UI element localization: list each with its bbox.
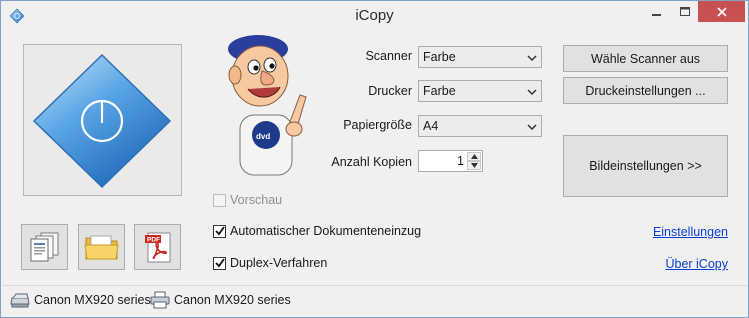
copy-multiple-button[interactable] bbox=[21, 224, 68, 270]
pdf-icon: PDF bbox=[144, 232, 170, 263]
folder-icon bbox=[83, 235, 119, 260]
drucker-select-value: Farbe bbox=[423, 84, 456, 98]
duplex-verfahren-checkbox[interactable]: Duplex-Verfahren bbox=[213, 256, 327, 270]
status-bar: Canon MX920 series Canon MX920 series bbox=[2, 285, 747, 315]
drucker-select[interactable]: Farbe bbox=[418, 80, 542, 102]
save-pdf-button[interactable]: PDF bbox=[134, 224, 181, 270]
einstellungen-link[interactable]: Einstellungen bbox=[653, 225, 728, 239]
scanner-select[interactable]: Farbe bbox=[418, 46, 542, 68]
printer-status: Canon MX920 series bbox=[150, 291, 291, 309]
stepper-down-button[interactable] bbox=[467, 161, 481, 170]
maximize-button[interactable] bbox=[671, 1, 698, 22]
stepper-buttons bbox=[467, 152, 481, 170]
checkbox-box bbox=[213, 224, 226, 238]
bildeinstellungen-button[interactable]: Bildeinstellungen >> bbox=[563, 135, 728, 197]
waehle-scanner-button[interactable]: Wähle Scanner aus bbox=[563, 45, 728, 72]
chevron-up-icon bbox=[470, 154, 478, 159]
maximize-icon bbox=[679, 6, 690, 16]
vorschau-checkbox[interactable]: Vorschau bbox=[213, 193, 282, 207]
open-folder-button[interactable] bbox=[78, 224, 125, 270]
svg-text:dvd: dvd bbox=[256, 132, 270, 141]
chevron-down-icon bbox=[470, 163, 478, 168]
automatischer-dokumenteneinzug-label: Automatischer Dokumenteneinzug bbox=[230, 224, 422, 238]
main-panel: PDF dvd Scanner Farbe Drucker Farbe Papi… bbox=[2, 31, 747, 283]
minimize-button[interactable] bbox=[642, 1, 671, 22]
vorschau-label: Vorschau bbox=[230, 193, 283, 207]
chevron-down-icon bbox=[527, 124, 537, 131]
papiergroesse-label: Papiergröße bbox=[343, 118, 412, 132]
window-title: iCopy bbox=[355, 7, 394, 24]
scanner-label: Scanner bbox=[365, 49, 412, 63]
minimize-icon bbox=[651, 13, 661, 16]
close-button[interactable] bbox=[698, 1, 745, 22]
printer-icon bbox=[150, 291, 170, 309]
chevron-down-icon bbox=[527, 55, 537, 62]
scanner-device-name: Canon MX920 series bbox=[34, 293, 151, 307]
scanner-status: Canon MX920 series bbox=[10, 291, 151, 309]
svg-text:PDF: PDF bbox=[147, 237, 160, 244]
scanner-select-value: Farbe bbox=[423, 50, 456, 64]
kopien-value: 1 bbox=[457, 154, 464, 168]
start-copy-panel[interactable] bbox=[23, 44, 182, 196]
checkbox-box bbox=[213, 193, 226, 207]
documents-stack-icon bbox=[30, 232, 58, 262]
title-bar: iCopy bbox=[1, 1, 748, 31]
ueber-icopy-link[interactable]: Über iCopy bbox=[665, 257, 728, 271]
automatischer-dokumenteneinzug-checkbox[interactable]: Automatischer Dokumenteneinzug bbox=[213, 224, 421, 238]
icopy-window: iCopy PDF dvd Scanner Farbe Drucker Farb… bbox=[0, 0, 749, 318]
drucker-label: Drucker bbox=[368, 84, 412, 98]
stepper-up-button[interactable] bbox=[467, 152, 481, 161]
papiergroesse-select[interactable]: A4 bbox=[418, 115, 542, 137]
anzahl-kopien-label: Anzahl Kopien bbox=[331, 155, 412, 169]
close-icon bbox=[716, 6, 727, 17]
scanner-icon bbox=[10, 293, 30, 308]
chevron-down-icon bbox=[527, 89, 537, 96]
papiergroesse-select-value: A4 bbox=[423, 119, 439, 133]
mascot-illustration: dvd bbox=[228, 35, 307, 176]
power-diamond-icon[interactable] bbox=[24, 45, 181, 195]
checkmark-icon bbox=[214, 226, 225, 236]
printer-device-name: Canon MX920 series bbox=[174, 293, 291, 307]
checkbox-box bbox=[213, 256, 226, 270]
druckeinstellungen-button[interactable]: Druckeinstellungen ... bbox=[563, 77, 728, 104]
duplex-verfahren-label: Duplex-Verfahren bbox=[230, 256, 328, 270]
checkmark-icon bbox=[214, 258, 225, 268]
kopien-stepper[interactable]: 1 bbox=[418, 150, 483, 172]
